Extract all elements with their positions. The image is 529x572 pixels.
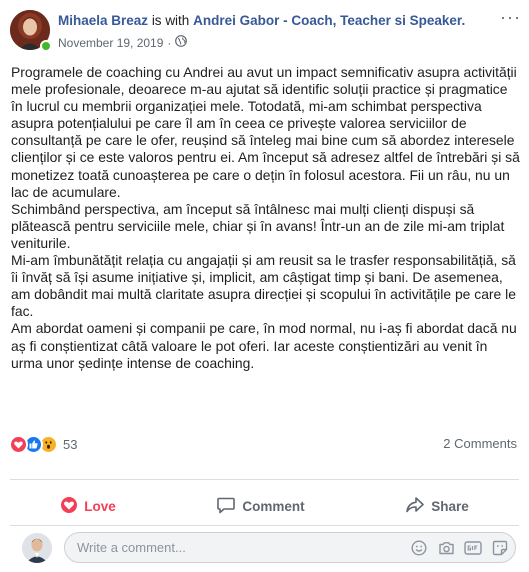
author-avatar-wrap[interactable]: [10, 10, 52, 52]
current-user-photo: [22, 533, 52, 563]
emoji-icon[interactable]: [410, 539, 428, 557]
comment-input[interactable]: [77, 540, 367, 555]
sticker-icon[interactable]: [491, 539, 509, 557]
share-arrow-icon: [405, 495, 425, 518]
post-meta: November 19, 2019 ·: [58, 35, 188, 50]
divider: [10, 525, 519, 526]
post-actions: Love Comment Share: [10, 490, 519, 522]
author-name-link[interactable]: Mihaela Breaz: [58, 13, 148, 28]
post-headline: Mihaela Breaz is with Andrei Gabor - Coa…: [58, 13, 465, 28]
post-paragraph: Am abordat oameni și companii pe care, î…: [11, 320, 517, 371]
gif-icon[interactable]: [464, 539, 482, 557]
love-button-label: Love: [84, 498, 116, 514]
share-button-label: Share: [431, 498, 469, 514]
reaction-icons: [9, 434, 58, 454]
post-date-link[interactable]: November 19, 2019: [58, 36, 163, 50]
current-user-avatar[interactable]: [22, 533, 52, 563]
divider: [10, 479, 519, 480]
comment-button[interactable]: Comment: [206, 491, 314, 522]
comment-bubble-icon: [216, 495, 236, 518]
camera-icon[interactable]: [437, 539, 455, 557]
post-paragraph: Programele de coaching cu Andrei au avut…: [11, 64, 520, 200]
more-options-icon[interactable]: ···: [500, 8, 520, 26]
comment-box[interactable]: [64, 532, 516, 563]
love-icon: [9, 434, 28, 454]
meta-separator: ·: [167, 35, 172, 50]
online-status-dot: [40, 40, 52, 52]
post-header: Mihaela Breaz is with Andrei Gabor - Coa…: [10, 8, 520, 52]
post-paragraph: Schimbând perspectiva, am început să înt…: [11, 200, 505, 251]
tagged-name-link[interactable]: Andrei Gabor - Coach, Teacher si Speaker…: [193, 13, 465, 28]
comment-box-icons: [410, 539, 509, 557]
globe-icon[interactable]: [175, 35, 188, 50]
love-button[interactable]: Love: [50, 492, 126, 521]
post-body: Programele de coaching cu Andrei au avut…: [11, 64, 521, 372]
comment-button-label: Comment: [242, 498, 305, 514]
comment-composer: [22, 532, 519, 564]
reaction-count[interactable]: 53: [63, 437, 77, 452]
with-text: is with: [151, 13, 190, 28]
love-reaction-icon: [60, 496, 78, 517]
share-button[interactable]: Share: [395, 491, 479, 522]
post-paragraph: Mi-am îmbunătățit relația cu angajații ș…: [11, 252, 516, 320]
comments-count-link[interactable]: 2 Comments: [443, 436, 517, 451]
reactions-summary[interactable]: 53: [9, 433, 77, 455]
